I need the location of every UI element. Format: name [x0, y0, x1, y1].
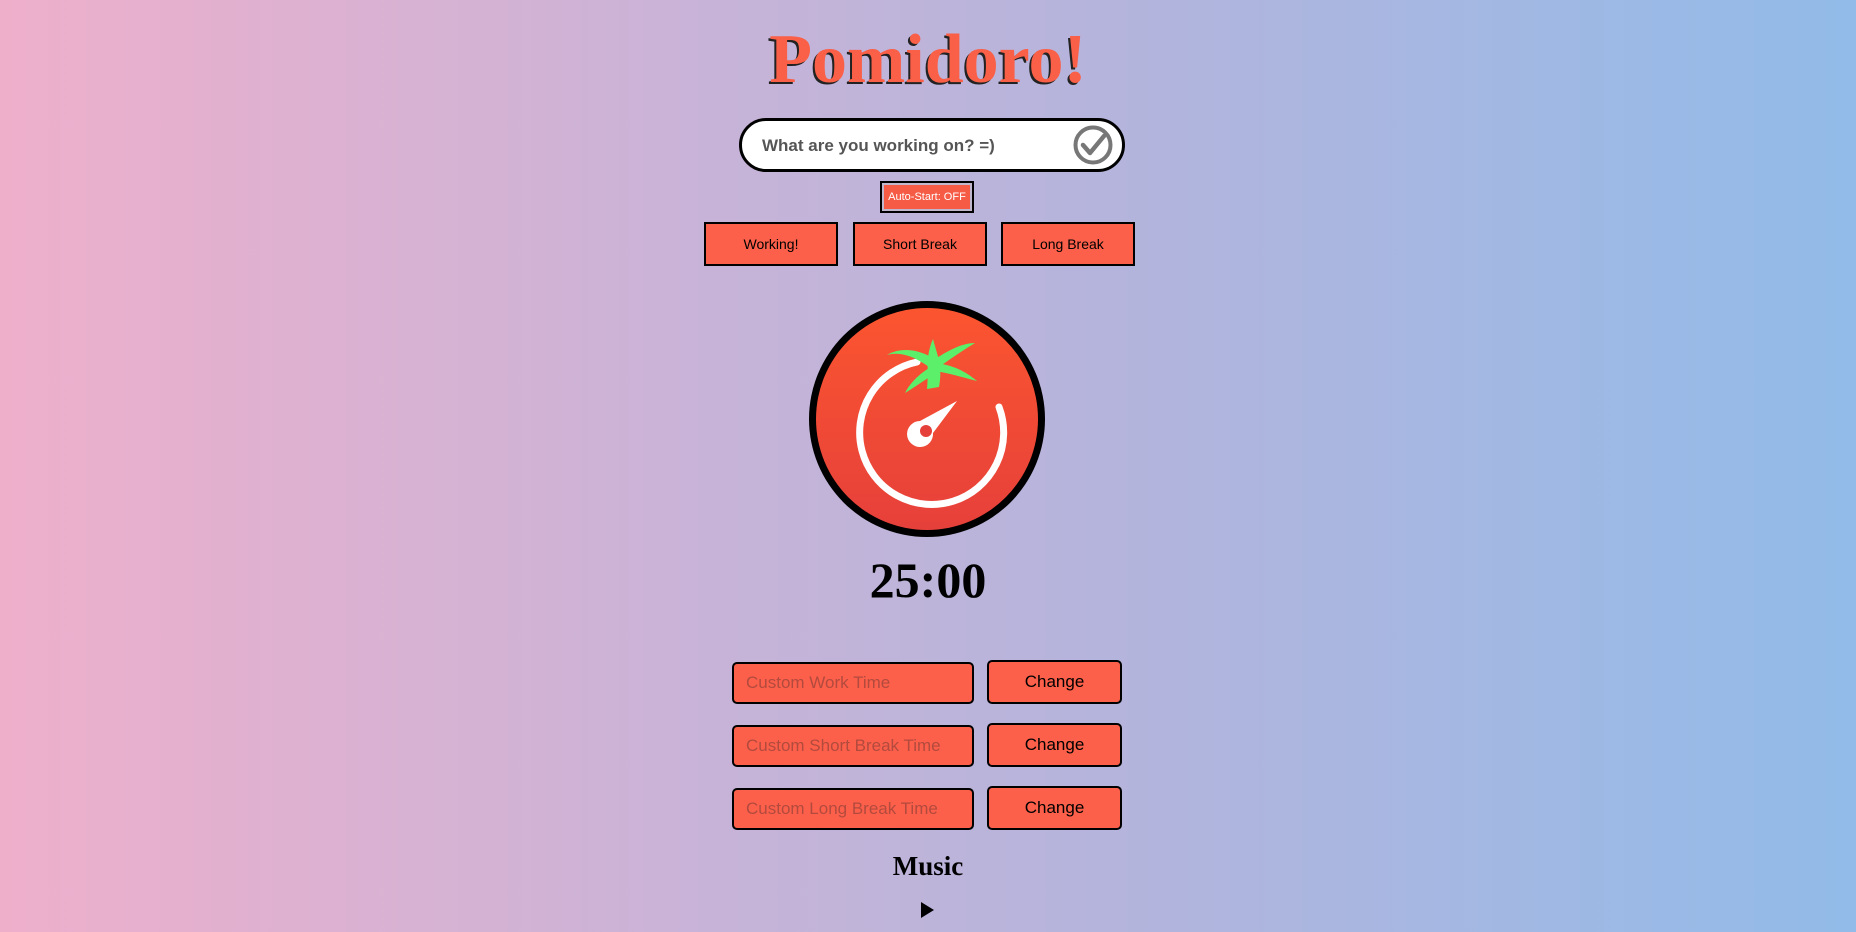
custom-work-time-input[interactable] [732, 662, 974, 704]
long-break-button[interactable]: Long Break [1001, 222, 1135, 266]
custom-long-break-input[interactable] [732, 788, 974, 830]
app-title: Pomidoro! [769, 21, 1087, 98]
working-mode-button[interactable]: Working! [704, 222, 838, 266]
check-circle-icon [1073, 125, 1113, 165]
tomato-timer-graphic [805, 297, 1049, 541]
change-long-break-button[interactable]: Change [987, 786, 1122, 830]
short-break-button[interactable]: Short Break [853, 222, 987, 266]
tomato-timer-icon [809, 301, 1045, 537]
auto-start-toggle[interactable]: Auto-Start: OFF [880, 181, 974, 213]
play-icon [921, 902, 934, 918]
change-short-break-button[interactable]: Change [987, 723, 1122, 767]
music-heading: Music [892, 851, 964, 881]
music-play-button[interactable] [916, 900, 938, 920]
custom-short-break-input[interactable] [732, 725, 974, 767]
task-bar [739, 118, 1125, 172]
submit-task-button[interactable] [1072, 124, 1114, 166]
change-work-time-button[interactable]: Change [987, 660, 1122, 704]
timer-display: 25:00 [869, 552, 987, 608]
task-input[interactable] [760, 121, 1064, 171]
